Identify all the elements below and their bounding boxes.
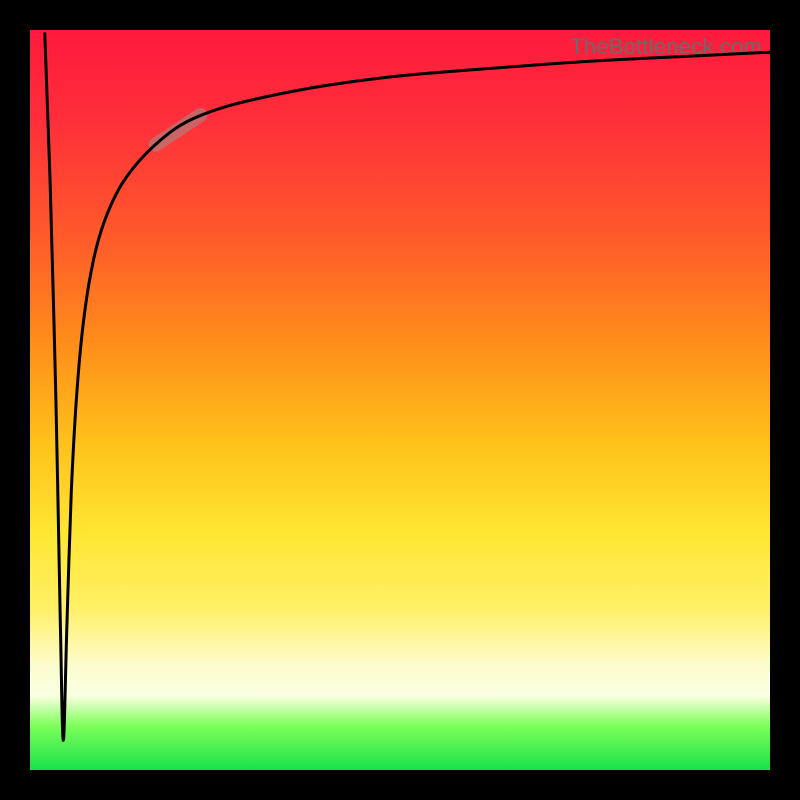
chart-frame: TheBottleneck.com (0, 0, 800, 800)
plot-area: TheBottleneck.com (30, 30, 770, 770)
curve-svg (30, 30, 770, 770)
